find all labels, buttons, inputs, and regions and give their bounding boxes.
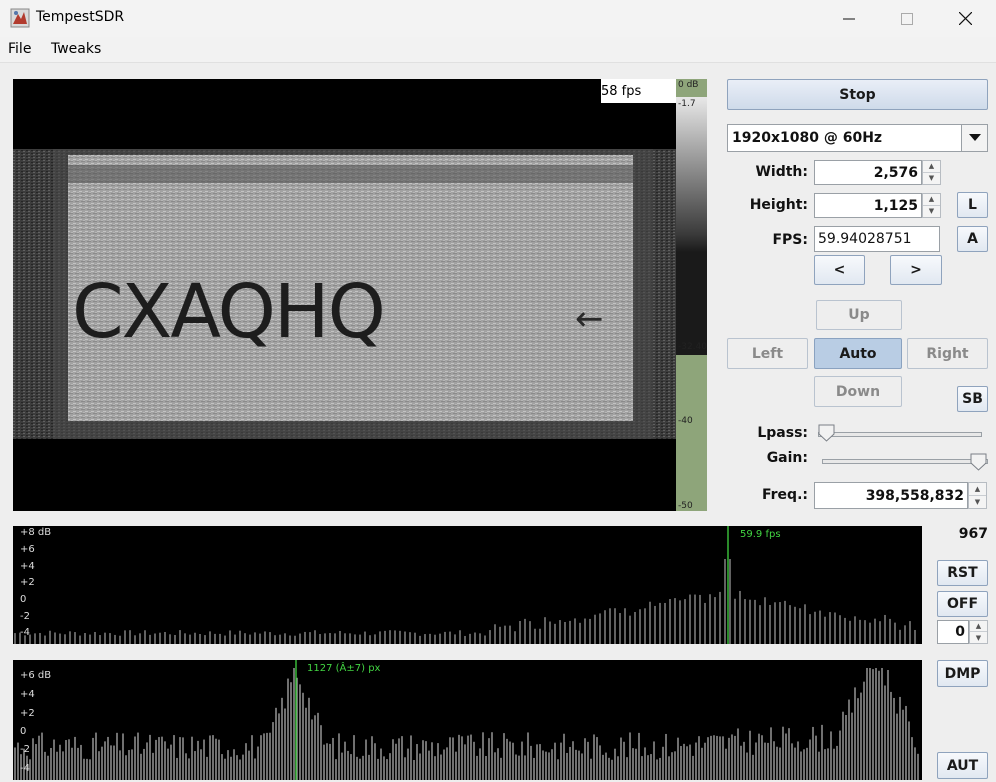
spectrum-tick: +6: [20, 544, 35, 555]
db-tick: -1.7: [678, 99, 696, 109]
offset-spinner[interactable]: ▲ ▼: [969, 620, 988, 644]
spin-up-icon[interactable]: ▲: [923, 161, 940, 173]
spectrum-tick: -4: [20, 627, 30, 638]
off-button[interactable]: OFF: [937, 591, 988, 617]
spin-down-icon[interactable]: ▼: [970, 632, 987, 643]
spin-down-icon[interactable]: ▼: [923, 173, 940, 185]
freq-field[interactable]: 398,558,832: [814, 482, 968, 509]
sb-button[interactable]: SB: [957, 386, 988, 412]
db-tick: -32.40: [678, 342, 708, 352]
right-button[interactable]: Right: [907, 338, 988, 369]
height-spinner[interactable]: ▲ ▼: [922, 193, 941, 218]
fps-decrease-button[interactable]: <: [814, 255, 865, 285]
menu-file[interactable]: File: [8, 41, 31, 57]
spectrum-tick: +4: [20, 689, 35, 700]
chevron-down-icon[interactable]: [961, 125, 987, 151]
width-label: Width:: [755, 164, 808, 180]
spectrum-tick: 0: [20, 726, 27, 737]
decoded-text: CXAQHQ: [72, 269, 386, 355]
gain-thumb[interactable]: [970, 453, 988, 471]
spin-up-icon[interactable]: ▲: [970, 621, 987, 632]
spectrum-side-value: 967: [958, 526, 988, 542]
aut-button[interactable]: AUT: [937, 752, 988, 779]
maximize-button[interactable]: [884, 0, 930, 37]
maximize-icon: [901, 12, 913, 25]
minimize-button[interactable]: [826, 0, 872, 37]
height-field[interactable]: 1,125: [814, 193, 922, 218]
spectrum-bar-group: [14, 559, 916, 644]
rst-button[interactable]: RST: [937, 560, 988, 586]
minimize-icon: [843, 18, 855, 19]
resolution-select[interactable]: 1920x1080 @ 60Hz: [727, 124, 988, 152]
fps-field[interactable]: 59.94028751: [814, 226, 940, 252]
lpass-slider[interactable]: [818, 424, 982, 442]
arrow-left-icon: ←: [575, 299, 604, 339]
width-spinner[interactable]: ▲ ▼: [922, 160, 941, 185]
db-tick: 0 dB: [678, 80, 699, 90]
spectrum-tick: +6 dB: [20, 670, 52, 681]
close-icon: [958, 12, 972, 25]
spectrum-tick: -2: [20, 744, 30, 755]
spin-up-icon[interactable]: ▲: [969, 483, 986, 496]
spectrum-tick: +4: [20, 561, 35, 572]
spin-down-icon[interactable]: ▼: [923, 206, 940, 218]
spin-up-icon[interactable]: ▲: [923, 194, 940, 206]
frame-rate-spectrum[interactable]: [13, 526, 922, 644]
spectrum-tick: -4: [20, 763, 30, 774]
width-field[interactable]: 2,576: [814, 160, 922, 185]
window-title: TempestSDR: [36, 9, 125, 25]
gain-slider[interactable]: [822, 453, 988, 471]
lpass-thumb[interactable]: [818, 424, 836, 442]
close-button[interactable]: [942, 0, 988, 37]
height-label: Height:: [749, 197, 808, 213]
spectrum-tick: +8 dB: [20, 527, 52, 538]
spectrum-tick: +2: [20, 577, 35, 588]
px-marker-label: 1127 (Â±7) px: [307, 663, 381, 674]
db-scale: [676, 79, 707, 511]
spectrum-bars: [14, 526, 916, 644]
spectrum-tick: 0: [20, 594, 27, 605]
fps-label: FPS:: [772, 232, 808, 248]
dmp-button[interactable]: DMP: [937, 660, 988, 687]
up-button[interactable]: Up: [816, 300, 902, 330]
a-button[interactable]: A: [957, 226, 988, 252]
db-tick: -50: [678, 501, 693, 511]
lpass-label: Lpass:: [757, 425, 808, 441]
resolution-value: 1920x1080 @ 60Hz: [732, 130, 883, 146]
menu-tweaks[interactable]: Tweaks: [51, 41, 101, 57]
spectrum-bar-group: [14, 668, 919, 780]
down-button[interactable]: Down: [814, 376, 902, 407]
freq-label: Freq.:: [761, 487, 808, 503]
fps-overlay: 58 fps: [601, 79, 676, 103]
stop-button[interactable]: Stop: [727, 79, 988, 110]
auto-button[interactable]: Auto: [814, 338, 902, 369]
gain-label: Gain:: [766, 450, 808, 466]
app-icon: [10, 8, 30, 28]
fps-increase-button[interactable]: >: [890, 255, 942, 285]
menu-bar: [0, 37, 996, 63]
spin-down-icon[interactable]: ▼: [969, 496, 986, 509]
l-button[interactable]: L: [957, 192, 988, 218]
left-button[interactable]: Left: [727, 338, 808, 369]
db-tick: -40: [678, 416, 693, 426]
freq-spinner[interactable]: ▲ ▼: [968, 482, 987, 509]
spectrum-tick: -2: [20, 611, 30, 622]
spectrum-bars: [14, 660, 919, 780]
spectrum-tick: +2: [20, 708, 35, 719]
line-length-spectrum[interactable]: [13, 660, 922, 780]
offset-field[interactable]: 0: [937, 620, 969, 644]
fps-marker-label: 59.9 fps: [740, 529, 781, 540]
